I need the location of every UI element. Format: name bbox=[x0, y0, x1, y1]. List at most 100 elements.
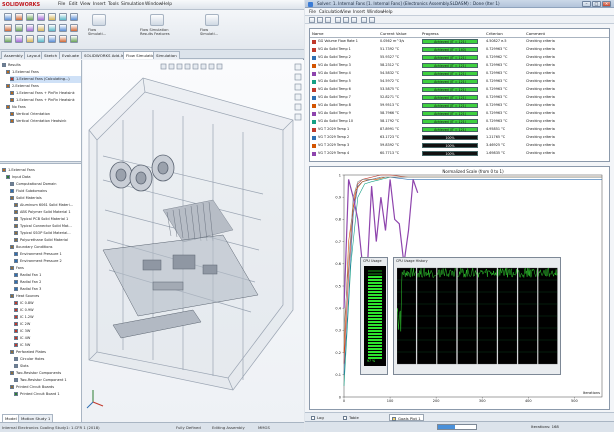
tab-goals-plot[interactable]: Goals Plot 1 bbox=[389, 414, 424, 421]
menu-edit[interactable]: Edit bbox=[69, 1, 78, 9]
tree-item[interactable]: No Fans bbox=[6, 104, 81, 111]
menu-view[interactable]: View bbox=[80, 1, 90, 9]
tab-evaluate[interactable]: Evaluate bbox=[59, 51, 82, 59]
tree-item[interactable]: Printed Circuit Boards bbox=[10, 384, 81, 391]
solver-menu-view[interactable]: View bbox=[341, 9, 351, 15]
goals-plot-icon[interactable] bbox=[351, 17, 357, 23]
solidworks-logo[interactable]: SOLIDWORKS bbox=[2, 1, 42, 9]
tree-item[interactable]: IC 5W bbox=[14, 342, 81, 349]
goal-row[interactable]: VG Av Solid Temp 6 53.5875 °C 0.729963 °C C… bbox=[310, 86, 609, 93]
col-header-progress[interactable]: Progress bbox=[422, 31, 439, 36]
toolbar-tool-icon[interactable] bbox=[37, 24, 45, 32]
tab-table[interactable]: Table bbox=[343, 414, 359, 421]
toolbar-tool-icon[interactable] bbox=[4, 13, 12, 21]
goal-row[interactable]: VG T 2029 Temp 2 63.1723 °C 1.21765 °C Chec… bbox=[310, 134, 609, 141]
goal-row[interactable]: VG T 2029 Temp 4 60.7713 °C 1.69835 °C Chec… bbox=[310, 150, 609, 157]
tab-sketch[interactable]: Sketch bbox=[41, 51, 61, 59]
tree-item[interactable]: ABS Polymer Solid Material 1 bbox=[14, 209, 81, 216]
tree-item[interactable]: Typical PCB Solid Material 1 bbox=[14, 216, 81, 223]
tree-splitter[interactable] bbox=[0, 161, 81, 164]
toolbar-tool-icon[interactable] bbox=[59, 13, 67, 21]
tree-item[interactable]: 1.External Fans + PinFin Heatsink bbox=[10, 90, 81, 97]
tree-item[interactable]: Radial Fan 3 bbox=[14, 286, 81, 293]
toolbar-tool-icon[interactable] bbox=[26, 24, 34, 32]
toolbar-tool-icon[interactable] bbox=[48, 35, 56, 43]
tree-item[interactable]: Two-Resistor Component 1 bbox=[14, 377, 81, 384]
tree-item[interactable]: Fluid Subdomains bbox=[10, 188, 81, 195]
menu-help[interactable]: Help bbox=[162, 1, 172, 9]
tree-item[interactable]: Computational Domain bbox=[10, 181, 81, 188]
goal-row[interactable]: VG Av Solid Temp 9 58.7966 °C 0.729963 °C C… bbox=[310, 110, 609, 117]
menu-simulation[interactable]: Simulation bbox=[121, 1, 144, 9]
menu-insert[interactable]: Insert bbox=[93, 1, 106, 9]
tree-item[interactable]: 1.External Fans bbox=[6, 69, 81, 76]
tab-log[interactable]: Log bbox=[311, 414, 324, 421]
tree-item[interactable]: 1.External Fans (Calculating...) bbox=[10, 76, 81, 83]
tree-item[interactable]: Environment Pressure 2 bbox=[14, 258, 81, 265]
solver-menu-file[interactable]: File bbox=[309, 9, 316, 15]
solver-menu-insert[interactable]: Insert bbox=[353, 9, 365, 15]
tree-item[interactable]: Slots bbox=[14, 363, 81, 370]
tree-item[interactable]: Polyurethane Solid Material bbox=[14, 237, 81, 244]
goal-row[interactable]: VG Av Solid Temp 8 59.9513 °C 0.729963 °C C… bbox=[310, 102, 609, 109]
solver-menu-calculation[interactable]: Calculation bbox=[319, 9, 342, 15]
tree-item[interactable]: Results bbox=[2, 62, 81, 69]
new-project-icon[interactable] bbox=[92, 14, 106, 26]
tree-item[interactable]: Printed Circuit Board 1 bbox=[14, 391, 81, 398]
goal-row[interactable]: VG Av Solid Temp 5 54.5972 °C 0.729963 °C C… bbox=[310, 78, 609, 85]
tree-item[interactable]: Two-Resistor Components bbox=[10, 370, 81, 377]
toolbar-tool-icon[interactable] bbox=[70, 13, 78, 21]
solver-menu-help[interactable]: Help bbox=[383, 9, 393, 15]
goal-row[interactable]: VG Av Solid Temp 2 55.9327 °C 0.729962 °C C… bbox=[310, 54, 609, 61]
maximize-button[interactable]: □ bbox=[592, 1, 601, 7]
tab-simulation[interactable]: Simulation bbox=[153, 51, 180, 59]
tree-item[interactable]: Aluminum 6061 Solid Materi... bbox=[14, 202, 81, 209]
toolbar-tool-icon[interactable] bbox=[70, 35, 78, 43]
close-button[interactable]: × bbox=[602, 1, 611, 7]
toolbar-tool-icon[interactable] bbox=[48, 24, 56, 32]
tree-item[interactable]: Vertical Orientation bbox=[10, 111, 81, 118]
tree-item[interactable]: Typical Connector Solid Mat... bbox=[14, 223, 81, 230]
col-header-name[interactable]: Name bbox=[312, 31, 323, 36]
tree-item[interactable]: IC 0.9W bbox=[14, 307, 81, 314]
tree-item[interactable]: Radial Fan 1 bbox=[14, 272, 81, 279]
toolbar-tool-icon[interactable] bbox=[4, 35, 12, 43]
col-header-criterion[interactable]: Criterion bbox=[486, 31, 503, 36]
goal-row[interactable]: VG Av Solid Temp 10 58.1792 °C 0.729963 °C… bbox=[310, 118, 609, 125]
info-icon[interactable] bbox=[335, 17, 341, 23]
results-icon[interactable] bbox=[150, 14, 164, 26]
toolbar-tool-icon[interactable] bbox=[59, 24, 67, 32]
pause-icon[interactable] bbox=[317, 17, 323, 23]
tree-item[interactable]: Solid Materials bbox=[10, 195, 81, 202]
toolbar-tool-icon[interactable] bbox=[26, 35, 34, 43]
minimize-button[interactable]: – bbox=[582, 1, 591, 7]
solver-menu-window[interactable]: Window bbox=[367, 9, 384, 15]
log-icon[interactable] bbox=[343, 17, 349, 23]
flow-options-icon[interactable] bbox=[205, 14, 219, 26]
goal-row[interactable]: VG T 2029 Temp 1 87.8991 °C 4.95851 °C Chec… bbox=[310, 126, 609, 133]
tree-item[interactable]: Boundary Conditions bbox=[10, 244, 81, 251]
tree-item[interactable]: Input Data bbox=[6, 174, 81, 181]
toolbar-tool-icon[interactable] bbox=[37, 35, 45, 43]
tree-item[interactable]: 1.External Fans bbox=[2, 167, 81, 174]
toolbar-tool-icon[interactable] bbox=[37, 13, 45, 21]
tree-item[interactable]: IC 2W bbox=[14, 321, 81, 328]
col-header-comment[interactable]: Comment bbox=[526, 31, 545, 36]
preview-icon[interactable] bbox=[361, 17, 367, 23]
menu-file[interactable]: File bbox=[58, 1, 65, 9]
tree-item[interactable]: Heat Sources bbox=[10, 293, 81, 300]
goal-row[interactable]: GG Volume Flow Rate 1 0.0562 m^3/s 4.50827… bbox=[310, 38, 609, 45]
goal-row[interactable]: VG Av Solid Temp 3 58.2312 °C 0.729963 °C C… bbox=[310, 62, 609, 69]
tree-item[interactable]: Circular Holes bbox=[14, 356, 81, 363]
tree-item[interactable]: Typical SSOP Solid Material... bbox=[14, 230, 81, 237]
toolbar-tool-icon[interactable] bbox=[26, 13, 34, 21]
tree-item[interactable]: IC 0.8W bbox=[14, 300, 81, 307]
toolbar-tool-icon[interactable] bbox=[4, 24, 12, 32]
toolbar-tool-icon[interactable] bbox=[15, 35, 23, 43]
tab-assembly[interactable]: Assembly bbox=[1, 51, 26, 59]
toolbar-tool-icon[interactable] bbox=[15, 13, 23, 21]
status-units[interactable]: MMGS bbox=[258, 425, 270, 430]
tree-item[interactable]: Radial Fan 2 bbox=[14, 279, 81, 286]
tree-item[interactable]: 2.External Fans bbox=[6, 83, 81, 90]
tree-item[interactable]: Fans bbox=[10, 265, 81, 272]
